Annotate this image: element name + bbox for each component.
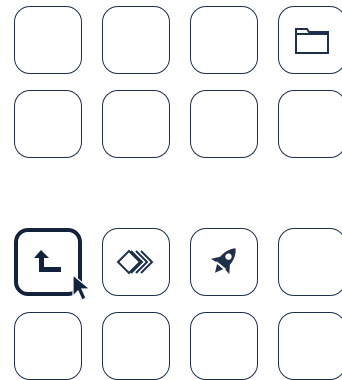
tile-empty-r2c1[interactable] (14, 90, 82, 158)
tile-empty-r2c2[interactable] (102, 90, 170, 158)
tile-folder[interactable] (278, 6, 342, 74)
tile-empty-r1c2[interactable] (102, 6, 170, 74)
tile-return[interactable] (14, 228, 82, 296)
tile-empty-b2c2[interactable] (102, 312, 170, 380)
rocket-icon (204, 242, 244, 282)
return-arrow-icon (31, 246, 65, 278)
tile-empty-b2c4[interactable] (278, 312, 342, 380)
tile-empty-r1c3[interactable] (190, 6, 258, 74)
tile-empty-r2c3[interactable] (190, 90, 258, 158)
tile-empty-b1c4[interactable] (278, 228, 342, 296)
app-grid-screen (0, 0, 342, 380)
tile-empty-r2c4[interactable] (278, 90, 342, 158)
tile-rocket[interactable] (190, 228, 258, 296)
diamond-layers-icon (114, 247, 158, 277)
tile-layers[interactable] (102, 228, 170, 296)
tile-empty-b2c1[interactable] (14, 312, 82, 380)
tile-empty-b2c3[interactable] (190, 312, 258, 380)
tile-empty-r1c1[interactable] (14, 6, 82, 74)
folder-icon (294, 25, 330, 55)
